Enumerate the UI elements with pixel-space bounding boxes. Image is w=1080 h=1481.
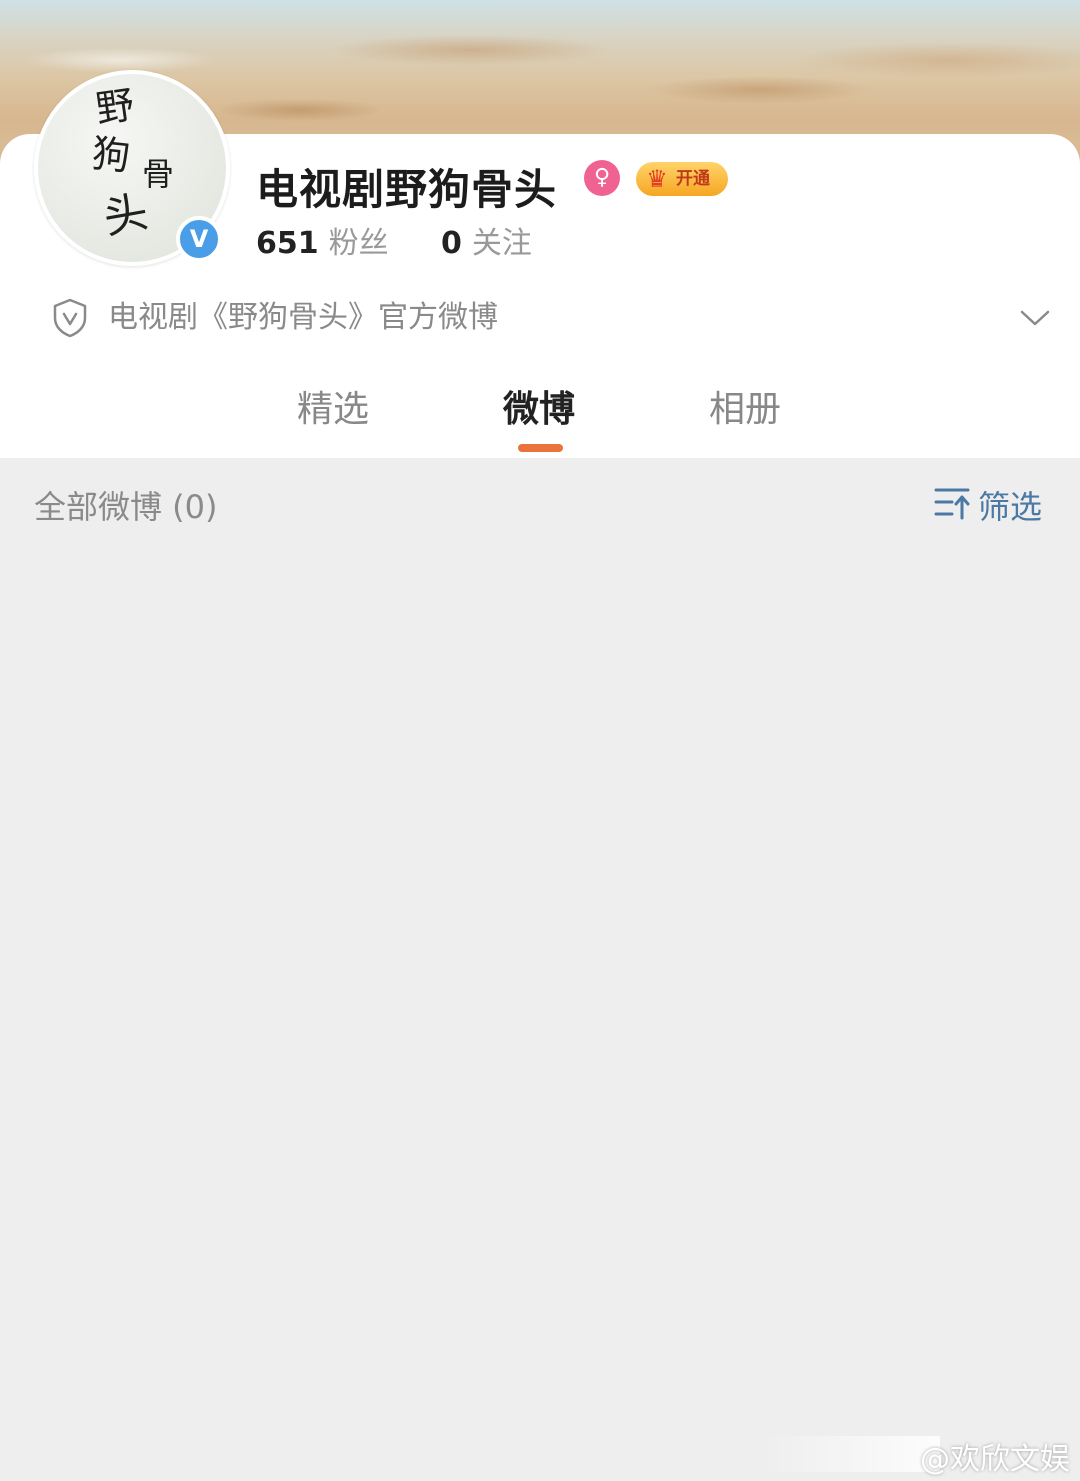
avatar-calligraphy-char: 狗 xyxy=(89,131,133,179)
following-stat[interactable]: 0 关注 xyxy=(441,218,532,262)
bio-row[interactable]: 电视剧《野狗骨头》官方微博 xyxy=(52,296,1052,340)
active-tab-indicator xyxy=(518,444,563,452)
fans-count: 651 xyxy=(256,226,319,261)
female-icon: ♀ xyxy=(584,160,620,196)
profile-name: 电视剧野狗骨头 xyxy=(256,165,558,214)
fans-label: 粉丝 xyxy=(328,226,389,261)
watermark: @欢欣文娱 xyxy=(920,1442,1070,1477)
tab-album[interactable]: 相册 xyxy=(709,380,781,432)
chevron-down-icon[interactable] xyxy=(1018,302,1052,332)
tab-featured[interactable]: 精选 xyxy=(297,380,369,432)
vip-open-button[interactable]: ♛ 开通 xyxy=(636,162,728,196)
crown-icon: ♛ xyxy=(646,165,668,193)
verified-badge-icon: V xyxy=(176,216,222,262)
vip-open-label: 开通 xyxy=(676,169,710,189)
following-count: 0 xyxy=(441,226,462,261)
avatar-calligraphy-char: 野 xyxy=(93,82,137,132)
filter-label: 筛选 xyxy=(978,488,1043,526)
following-label: 关注 xyxy=(471,226,532,261)
avatar-calligraphy-char: 头 xyxy=(99,186,153,245)
watermark-fade xyxy=(760,1436,940,1472)
shield-icon xyxy=(53,298,87,338)
feed-title: 全部微博 (0) xyxy=(34,488,218,526)
filter-sort-icon xyxy=(934,488,970,520)
fans-stat[interactable]: 651 粉丝 xyxy=(256,218,389,262)
tab-weibo[interactable]: 微博 xyxy=(503,380,575,432)
bio-text: 电视剧《野狗骨头》官方微博 xyxy=(108,300,498,335)
avatar-calligraphy-char: 骨 xyxy=(142,155,175,193)
